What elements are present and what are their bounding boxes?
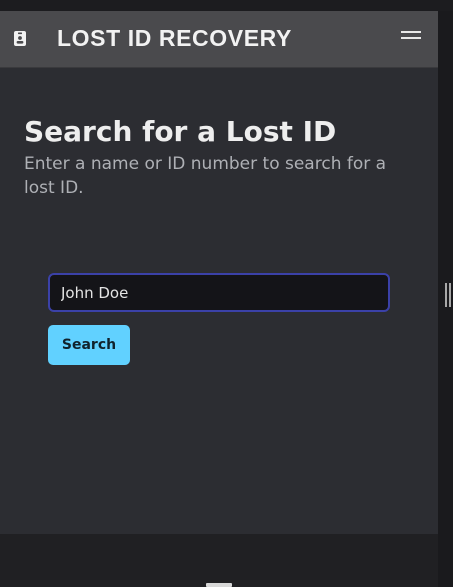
search-input[interactable] (48, 273, 390, 312)
menu-bar-bottom (401, 37, 421, 39)
hamburger-menu-icon[interactable] (396, 27, 422, 47)
resize-handle-line (449, 283, 451, 307)
footer (0, 534, 438, 587)
app-window: LOST ID RECOVERY Search for a Lost ID En… (0, 11, 438, 587)
navbar: LOST ID RECOVERY (0, 11, 438, 68)
window-top-strip (0, 0, 453, 11)
id-badge-icon (14, 31, 26, 46)
main-content: Search for a Lost ID Enter a name or ID … (0, 68, 438, 535)
menu-bar-top (401, 31, 421, 33)
page-title: Search for a Lost ID (24, 115, 337, 148)
page-subtitle: Enter a name or ID number to search for … (24, 154, 387, 198)
app-title: LOST ID RECOVERY (57, 25, 292, 51)
resize-handle-line (445, 283, 447, 307)
search-button[interactable]: Search (48, 325, 130, 365)
bottom-scroll-nub (206, 583, 232, 587)
pane-resize-handle[interactable] (445, 283, 453, 307)
